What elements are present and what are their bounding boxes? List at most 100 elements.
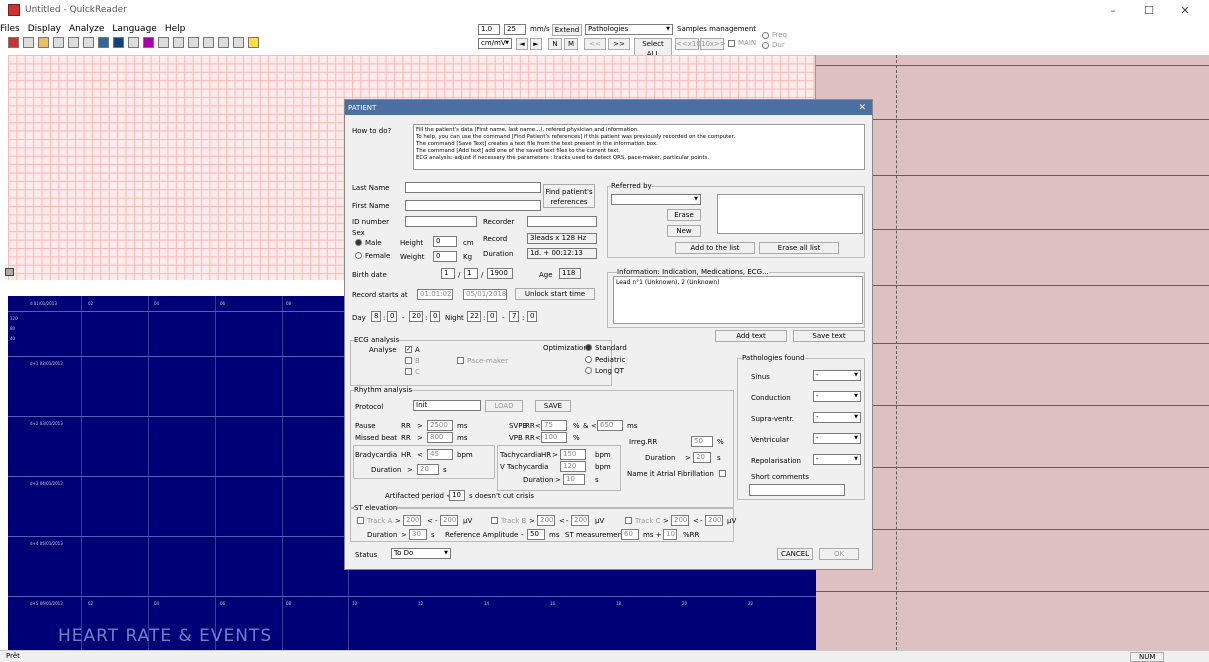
irregular-rr-field[interactable]: 50	[691, 436, 713, 447]
vtachy-field[interactable]: 120	[560, 461, 586, 472]
undo-icon[interactable]	[173, 37, 184, 48]
svpb-ms-field[interactable]: 650	[597, 420, 623, 431]
report-icon[interactable]	[128, 37, 139, 48]
add-text-button[interactable]: Add text	[715, 330, 787, 342]
male-radio[interactable]	[355, 239, 362, 246]
n-button[interactable]: N	[548, 38, 562, 50]
last-name-field[interactable]	[405, 182, 541, 193]
missed-field[interactable]: 800	[427, 432, 453, 443]
print-icon[interactable]	[5, 268, 14, 276]
forward-button[interactable]: >>	[608, 38, 630, 50]
monitor-icon[interactable]	[98, 37, 109, 48]
day-end-hour[interactable]: 20	[409, 311, 423, 322]
st-measurement-field[interactable]: 60	[621, 529, 639, 540]
artifacted-field[interactable]: 10	[449, 490, 465, 501]
zoom-out-icon[interactable]	[218, 37, 229, 48]
erase-all-list-button[interactable]: Erase all list	[759, 242, 839, 254]
menu-analyze[interactable]: Analyze	[69, 24, 104, 34]
recorder-field[interactable]	[527, 216, 597, 227]
brady-field[interactable]: 45	[427, 449, 453, 460]
menu-help[interactable]: Help	[165, 24, 186, 34]
day-end-min[interactable]: 0	[430, 311, 440, 322]
graph-icon[interactable]	[158, 37, 169, 48]
st-c-neg[interactable]: 200	[705, 515, 723, 526]
track-b-checkbox[interactable]	[405, 357, 412, 364]
height-field[interactable]: 0	[433, 236, 457, 247]
night-start-hour[interactable]: 22	[467, 311, 481, 322]
maximize-button[interactable]: ☐	[1134, 4, 1164, 18]
standard-radio[interactable]	[585, 344, 592, 351]
next-button[interactable]: ►	[530, 38, 542, 50]
st-a-pos[interactable]: 200	[403, 515, 421, 526]
menu-files[interactable]: Files	[0, 24, 20, 34]
print-icon[interactable]	[233, 37, 244, 48]
edit-icon[interactable]	[68, 37, 79, 48]
forward-x10-button[interactable]: 10x>>	[700, 38, 726, 50]
irregular-duration[interactable]: 20	[693, 452, 711, 463]
save-button[interactable]: SAVE	[535, 400, 571, 412]
svpb-field[interactable]: 75	[541, 420, 567, 431]
menu-display[interactable]: Display	[28, 24, 61, 34]
find-references-button[interactable]: Find patient's references	[543, 184, 595, 208]
pacemaker-checkbox[interactable]	[457, 357, 464, 364]
night-end-hour[interactable]: 7	[509, 311, 519, 322]
patient-icon[interactable]	[83, 37, 94, 48]
repolarisation-select[interactable]: -	[813, 454, 861, 465]
st-duration[interactable]: 30	[409, 529, 427, 540]
id-field[interactable]	[405, 216, 477, 227]
tachy-field[interactable]: 150	[560, 449, 586, 460]
info-textarea[interactable]: Lead n°1 (Unknown), 2 (Unknown)	[613, 276, 863, 324]
load-button[interactable]: LOAD	[485, 400, 523, 412]
close-button[interactable]: ✕	[1170, 4, 1200, 18]
protocol-field[interactable]: Init	[413, 400, 481, 411]
st-track-b-checkbox[interactable]	[491, 517, 498, 524]
st-c-pos[interactable]: 200	[671, 515, 689, 526]
save-text-button[interactable]: Save text	[793, 330, 865, 342]
track-a-checkbox[interactable]: ✓	[405, 346, 412, 353]
ref-amplitude-field[interactable]: 50	[527, 529, 545, 540]
back-button[interactable]: <<	[584, 38, 606, 50]
pathologies-select[interactable]: Pathologies	[585, 24, 673, 35]
search-icon[interactable]	[188, 37, 199, 48]
st-b-neg[interactable]: 200	[571, 515, 589, 526]
ok-button[interactable]: OK	[819, 548, 859, 560]
main-checkbox[interactable]	[728, 40, 735, 47]
brady-duration[interactable]: 20	[417, 464, 439, 475]
birth-month[interactable]: 1	[464, 268, 478, 279]
back-x10-button[interactable]: <<x10	[675, 38, 701, 50]
vtachy-duration[interactable]: 10	[563, 474, 585, 485]
gain-field[interactable]: 1.0	[478, 24, 500, 35]
extend-button[interactable]: Extend	[552, 24, 582, 36]
sinus-select[interactable]: -	[813, 370, 861, 381]
add-to-list-button[interactable]: Add to the list	[675, 242, 755, 254]
menu-language[interactable]: Language	[112, 24, 156, 34]
unlock-button[interactable]: Unlock start time	[515, 288, 595, 300]
night-end-min[interactable]: 0	[527, 311, 537, 322]
new-icon[interactable]	[8, 37, 19, 48]
dialog-close-icon[interactable]: ✕	[858, 103, 866, 113]
conduction-select[interactable]: -	[813, 391, 861, 402]
prev-button[interactable]: ◄	[516, 38, 528, 50]
pediatric-radio[interactable]	[585, 356, 592, 363]
birth-year[interactable]: 1900	[487, 268, 513, 279]
track-c-checkbox[interactable]	[405, 368, 412, 375]
birth-day[interactable]: 1	[441, 268, 455, 279]
m-button[interactable]: M	[564, 38, 578, 50]
new-button[interactable]: New	[667, 225, 701, 237]
pause-field[interactable]: 2500	[427, 420, 453, 431]
speed-field[interactable]: 25	[504, 24, 526, 35]
erase-button[interactable]: Erase	[667, 209, 701, 221]
referred-list[interactable]	[717, 194, 863, 234]
help-icon[interactable]	[248, 37, 259, 48]
atrial-fibrillation-checkbox[interactable]	[719, 470, 726, 477]
referred-select[interactable]	[611, 194, 701, 205]
freq-radio[interactable]	[762, 32, 769, 39]
cmmv-select[interactable]: cm/mV	[478, 38, 512, 49]
st-b-pos[interactable]: 200	[537, 515, 555, 526]
dur-radio[interactable]	[762, 42, 769, 49]
folder-icon[interactable]	[38, 37, 49, 48]
st-plus-field[interactable]: 10	[663, 529, 677, 540]
first-name-field[interactable]	[405, 200, 541, 211]
color-icon[interactable]	[143, 37, 154, 48]
status-select[interactable]: To Do	[391, 548, 451, 559]
